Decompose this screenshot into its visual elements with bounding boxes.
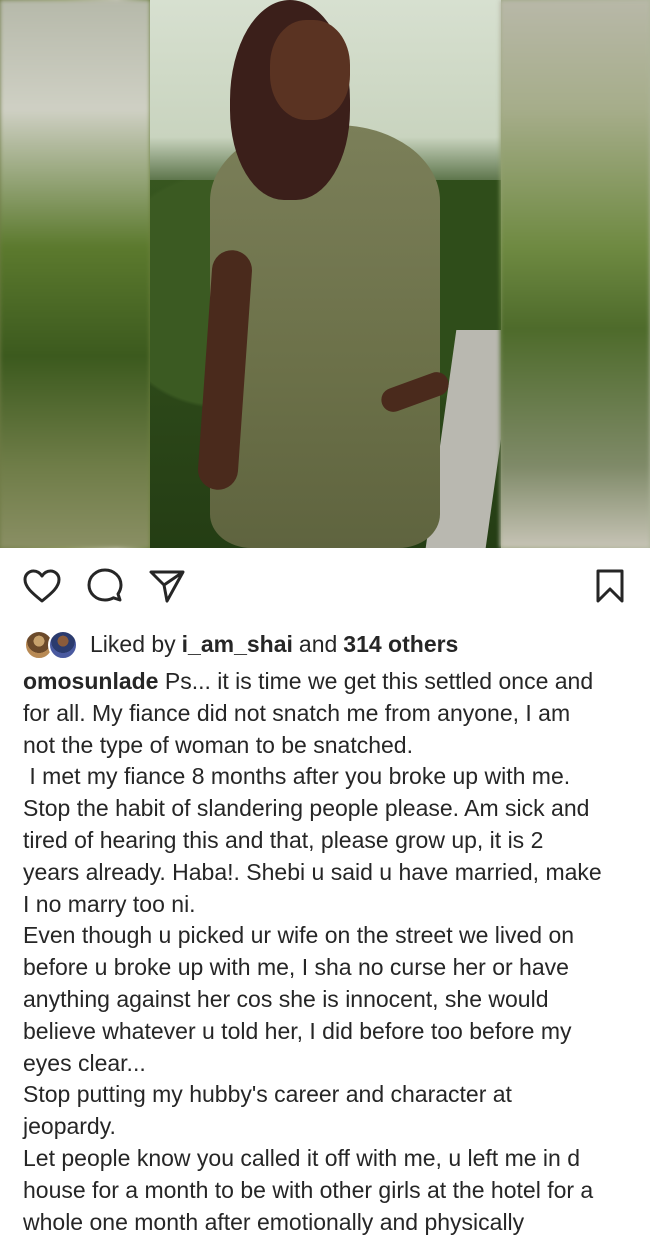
caption-line: before u broke up with me, I sha no curs… [23,954,569,981]
caption-line: tired of hearing this and that, please g… [23,826,544,853]
caption-line: house for a month to be with other girls… [23,1176,594,1203]
caption-line: eyes clear... [23,1049,146,1076]
post-caption: omosunlade Ps... it is time we get this … [23,666,633,1238]
liked-by-user-link[interactable]: i_am_shai [182,631,293,658]
liked-by-conjunction: and [298,630,338,657]
caption-line: Stop putting my hubby's career and chara… [23,1081,512,1108]
caption-line: Stop the habit of slandering people plea… [23,795,590,822]
caption-line: not the type of woman to be snatched. [23,731,413,758]
liker-avatars[interactable] [24,629,80,660]
caption-line: believe whatever u told her, I did befor… [23,1017,572,1044]
media-blur-right [500,0,650,548]
post-photo[interactable] [150,0,501,548]
caption-line: for all. My fiance did not snatch me fro… [23,699,571,726]
media-blur-left [0,0,150,548]
caption-line: I met my fiance 8 months after you broke… [23,763,571,790]
caption-line: jeopardy. [23,1113,116,1140]
caption-line: Let people know you called it off with m… [23,1144,580,1171]
caption-line: anything against her cos she is innocent… [23,985,549,1012]
caption-line: years already. Haba!. Shebi u said u hav… [23,858,602,885]
bookmark-icon[interactable] [588,564,632,608]
liked-by-prefix: Liked by [90,630,176,657]
send-icon[interactable] [145,564,189,608]
liked-by-row[interactable]: Liked by i_am_shai and 314 others [24,626,458,662]
heart-icon[interactable] [20,564,64,608]
post-action-bar [0,548,650,624]
caption-text: Ps... it is time we get this settled onc… [164,668,594,694]
caption-line: omosunlade Ps... it is time we get this … [23,666,633,698]
caption-line: I no marry too ni. [23,890,196,917]
caption-line: Even though u picked ur wife on the stre… [23,922,575,949]
comment-icon[interactable] [83,564,127,608]
caption-username-link[interactable]: omosunlade [23,668,158,694]
caption-line: whole one month after emotionally and ph… [23,1208,525,1235]
post-media[interactable] [0,0,650,548]
liked-by-others-link[interactable]: 314 others [343,631,458,658]
photo-face [270,20,350,120]
avatar[interactable] [48,630,78,660]
